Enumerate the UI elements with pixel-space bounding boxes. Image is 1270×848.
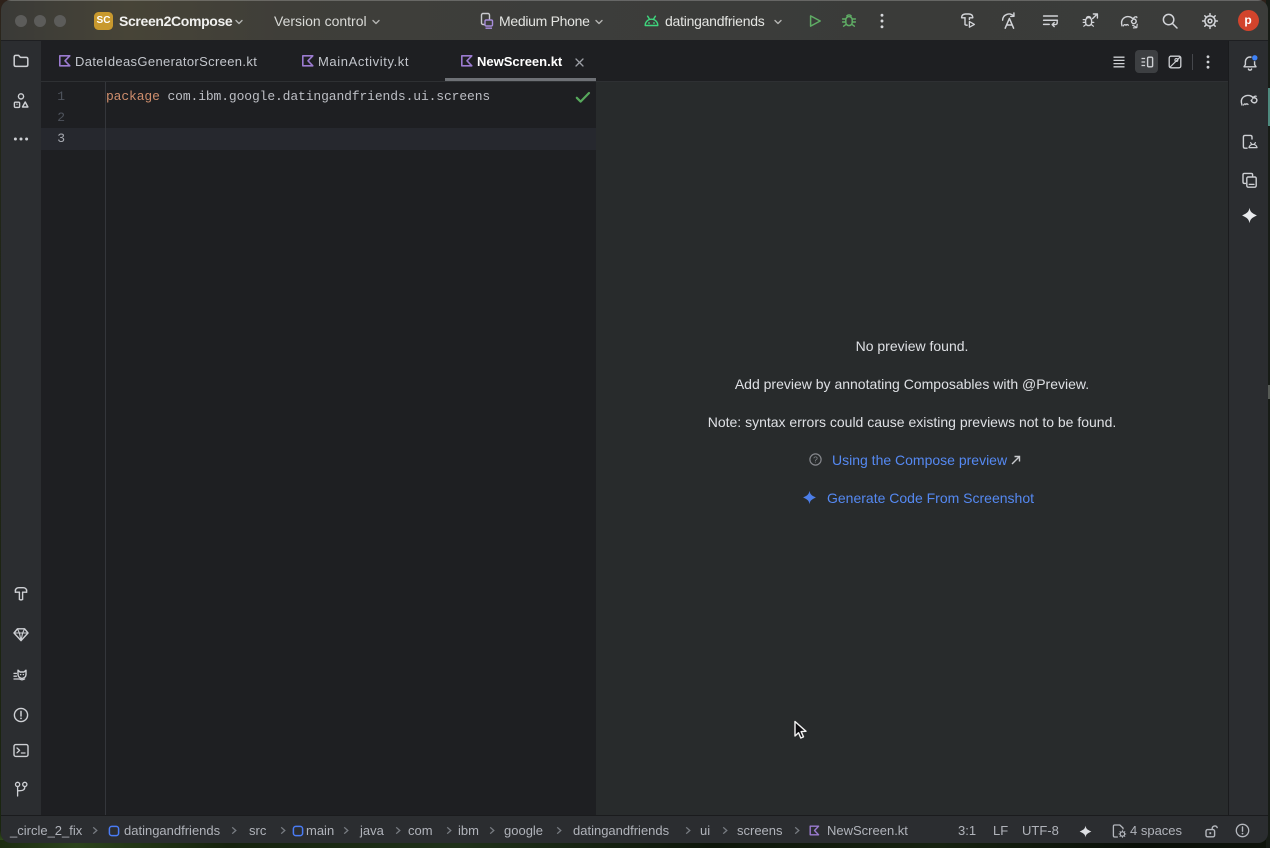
svg-text:?: ? <box>813 454 818 464</box>
